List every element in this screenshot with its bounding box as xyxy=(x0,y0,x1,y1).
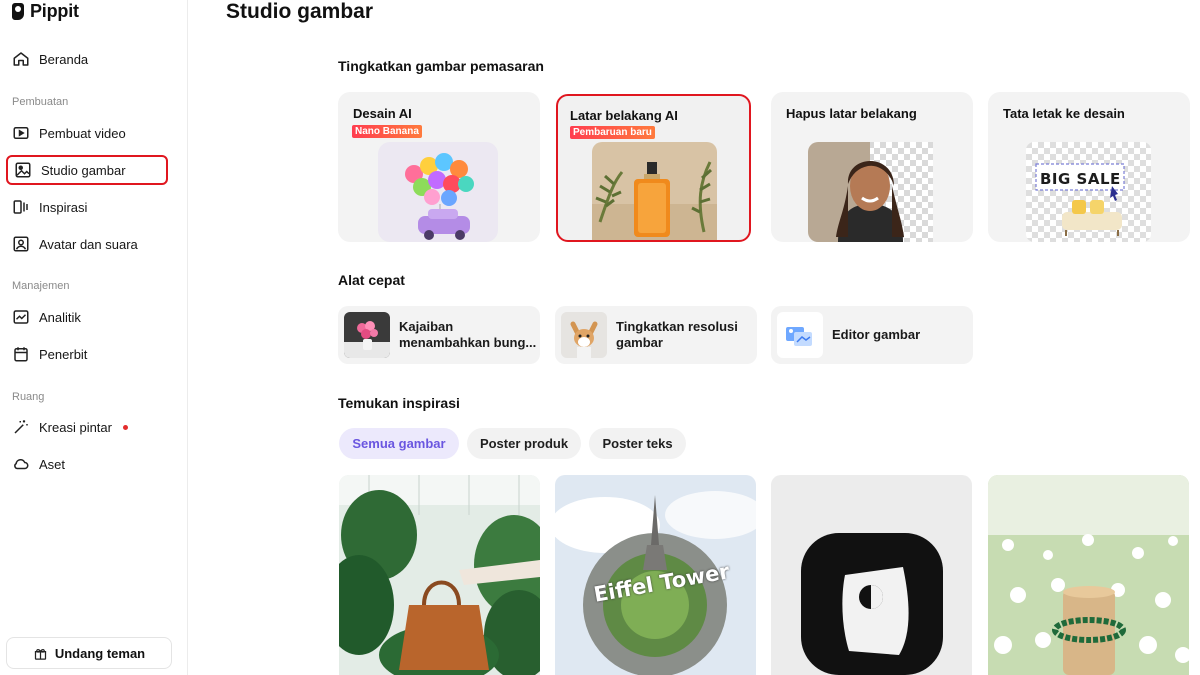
sidebar-item-label: Analitik xyxy=(39,309,81,325)
inspiration-title: Temukan inspirasi xyxy=(338,395,460,411)
image-editor-icon xyxy=(786,327,812,346)
app-name: Pippit xyxy=(30,0,79,21)
sidebar-item-video-maker[interactable]: Pembuat video xyxy=(6,118,168,148)
magic-wand-icon xyxy=(14,420,28,434)
gallery-item[interactable] xyxy=(988,475,1189,675)
pippit-logo-icon xyxy=(12,2,24,20)
feature-card-layout-to-design[interactable]: Tata letak ke desain BIG SALE xyxy=(988,92,1190,242)
enhance-section-title: Tingkatkan gambar pemasaran xyxy=(338,58,544,74)
quick-tool-add-flowers[interactable]: Kajaiban menambahkan bung... xyxy=(338,306,540,364)
perfume-bottle-illustration xyxy=(592,142,717,240)
sidebar-item-label: Pembuat video xyxy=(39,125,126,141)
feature-badge: Pembaruan baru xyxy=(570,126,655,139)
feature-card-title: Desain AI xyxy=(353,106,412,121)
quick-tool-label: Kajaiban menambahkan bung... xyxy=(399,319,537,350)
gallery-item[interactable] xyxy=(771,475,972,675)
filter-product-poster[interactable]: Poster produk xyxy=(467,428,581,459)
analytics-icon xyxy=(13,310,29,324)
feature-card-remove-background[interactable]: Hapus latar belakang xyxy=(771,92,973,242)
big-sale-illustration xyxy=(1026,142,1151,242)
sidebar-item-label: Kreasi pintar xyxy=(39,419,112,435)
sidebar-item-smart-creation[interactable]: Kreasi pintar xyxy=(6,412,168,442)
feature-badge: Nano Banana xyxy=(352,125,422,138)
daisy-field-image xyxy=(988,475,1189,675)
invite-label: Undang teman xyxy=(54,645,146,661)
filter-text-poster[interactable]: Poster teks xyxy=(589,428,686,459)
logo[interactable]: Pippit xyxy=(12,0,79,22)
gallery-item[interactable]: Eiffel Tower xyxy=(555,475,756,675)
section-label-manage: Manajemen xyxy=(12,280,70,292)
home-icon xyxy=(13,52,29,66)
sidebar-item-analytics[interactable]: Analitik xyxy=(6,302,168,332)
inspiration-icon xyxy=(13,200,28,214)
cloud-icon xyxy=(14,458,29,470)
sidebar-item-label: Beranda xyxy=(39,51,89,67)
filter-all-images[interactable]: Semua gambar xyxy=(339,428,459,459)
sidebar: Pippit Beranda Pembuatan Pembuat video S… xyxy=(0,0,188,675)
fur-app-icon-image xyxy=(771,475,972,675)
gift-icon xyxy=(34,648,46,660)
notification-dot xyxy=(122,424,128,430)
dog-thumbnail xyxy=(561,312,607,358)
quick-tool-label: Editor gambar xyxy=(832,327,921,342)
calendar-icon xyxy=(14,347,28,362)
invite-friends-button[interactable]: Undang teman xyxy=(6,637,172,669)
balloon-car-illustration xyxy=(378,142,498,242)
sidebar-item-label: Aset xyxy=(39,456,66,472)
image-editor-thumbnail xyxy=(777,312,823,358)
feature-card-title: Hapus latar belakang xyxy=(786,106,917,121)
feature-card-ai-background[interactable]: Latar belakang AI Pembaruan baru xyxy=(556,94,751,242)
dog-icon xyxy=(561,312,607,358)
feature-card-ai-design[interactable]: Desain AI Nano Banana xyxy=(338,92,540,242)
quick-tool-image-editor[interactable]: Editor gambar xyxy=(771,306,973,364)
sidebar-item-label: Penerbit xyxy=(39,346,88,362)
page-title: Studio gambar xyxy=(226,0,374,23)
flower-vase-icon xyxy=(344,312,390,358)
feature-card-title: Latar belakang AI xyxy=(570,108,678,123)
sidebar-item-assets[interactable]: Aset xyxy=(6,449,168,479)
sidebar-item-label: Studio gambar xyxy=(41,162,126,178)
quick-tool-upscale[interactable]: Tingkatkan resolusi gambar xyxy=(555,306,757,364)
sidebar-item-inspiration[interactable]: Inspirasi xyxy=(6,192,168,222)
portrait-illustration xyxy=(808,142,933,242)
quick-tool-label: Tingkatkan resolusi gambar xyxy=(616,319,738,350)
section-label-space: Ruang xyxy=(12,391,45,403)
avatar-icon xyxy=(13,236,29,252)
feature-card-title: Tata letak ke desain xyxy=(1003,106,1125,121)
sidebar-item-label: Inspirasi xyxy=(39,199,88,215)
sidebar-item-label: Avatar dan suara xyxy=(39,236,138,252)
big-sale-text: BIG SALE xyxy=(1040,170,1121,188)
sidebar-item-image-studio[interactable]: Studio gambar xyxy=(6,155,168,185)
sidebar-item-publisher[interactable]: Penerbit xyxy=(6,339,168,369)
flower-vase-thumbnail xyxy=(344,312,390,358)
sidebar-item-home[interactable]: Beranda xyxy=(6,44,168,74)
gallery-item[interactable] xyxy=(339,475,540,675)
image-studio-icon xyxy=(15,162,31,178)
bag-plants-image xyxy=(339,475,540,675)
video-maker-icon xyxy=(13,127,29,139)
section-label-create: Pembuatan xyxy=(12,96,69,108)
sidebar-item-avatar[interactable]: Avatar dan suara xyxy=(6,229,168,259)
quick-tools-title: Alat cepat xyxy=(338,272,405,288)
